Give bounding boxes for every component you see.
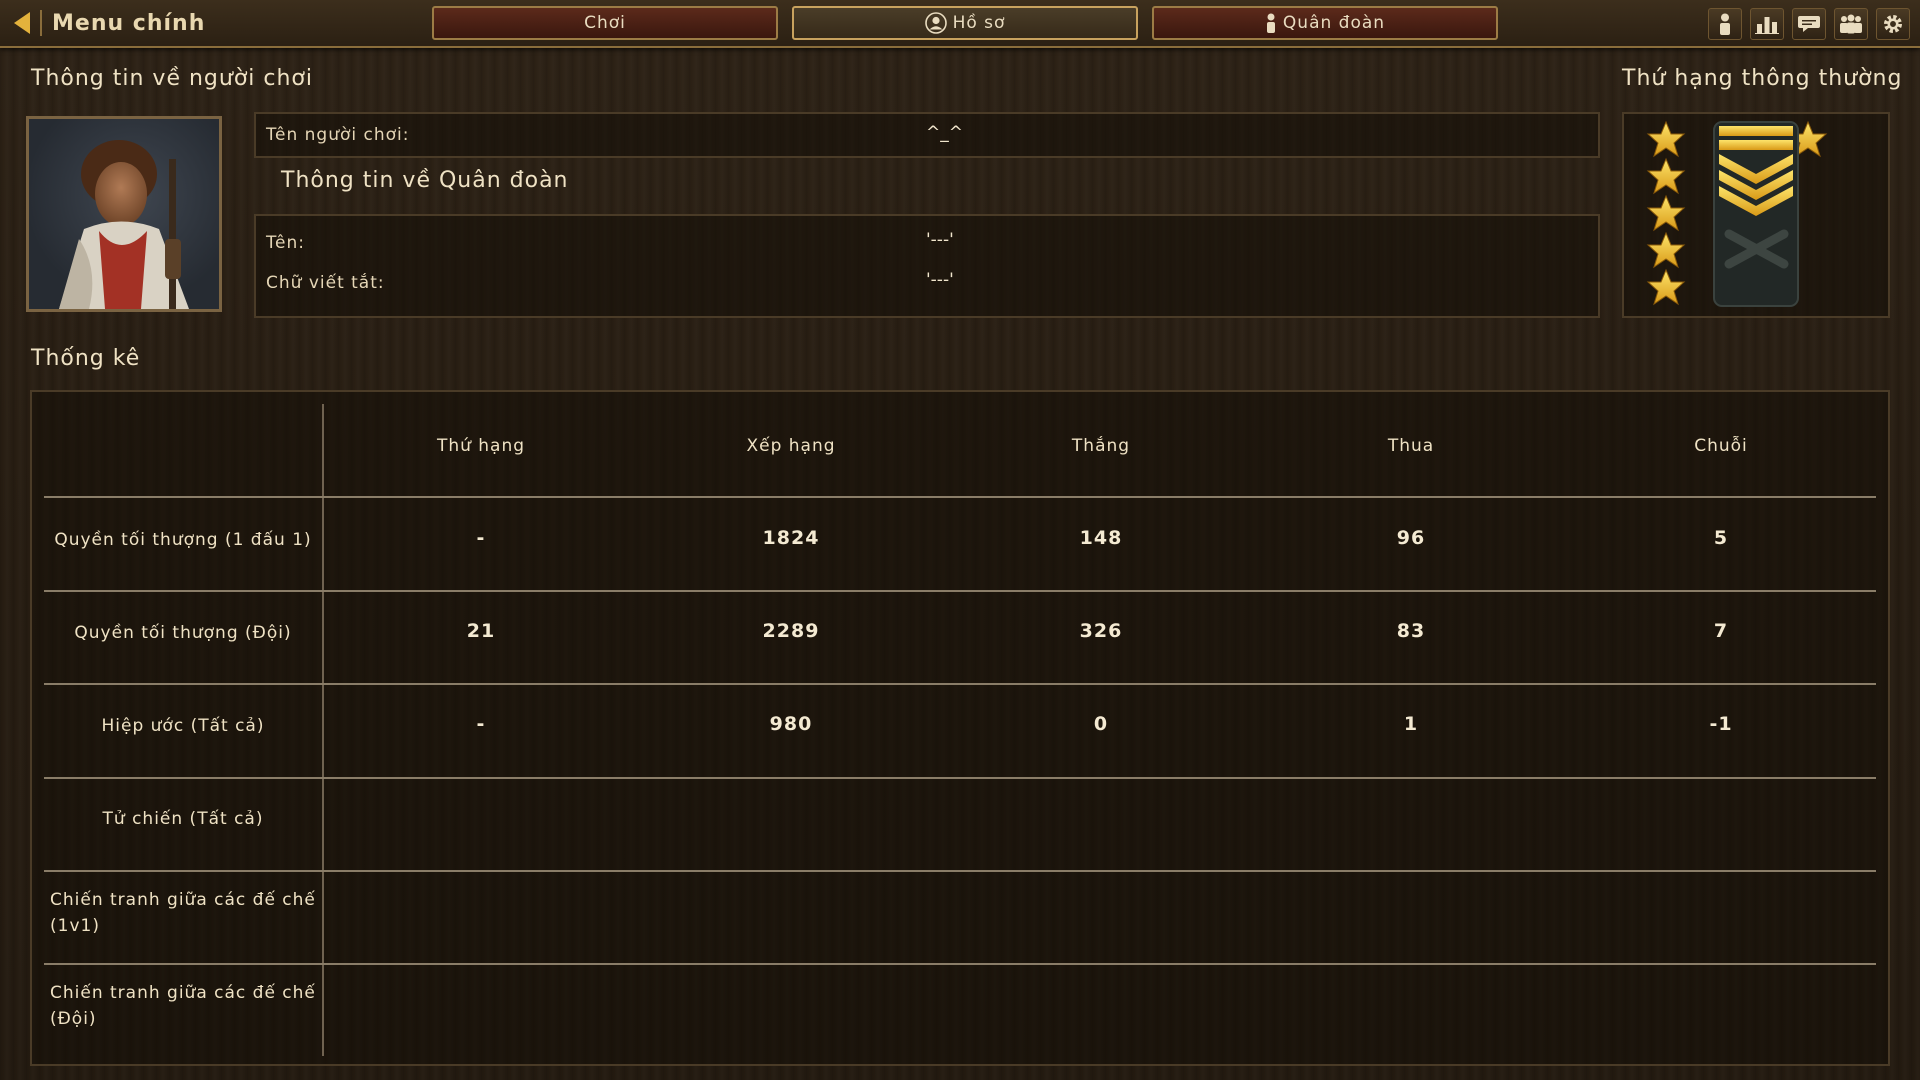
divider	[44, 496, 1876, 498]
cell-rank: -	[476, 527, 486, 549]
row-label: Chiến tranh giữa các đế chế (Đội)	[50, 983, 316, 1029]
cell-rating: 1824	[762, 527, 820, 549]
divider	[44, 683, 1876, 685]
row-label: Tử chiến (Tất cả)	[102, 809, 264, 829]
star-icon	[1647, 269, 1685, 305]
corps-info-title: Thông tin về Quân đoàn	[281, 168, 569, 193]
col-losses: Thua	[1387, 436, 1435, 456]
cell-losses: 1	[1403, 713, 1419, 735]
table-divider	[322, 404, 324, 1056]
group-icon[interactable]	[1834, 8, 1868, 40]
tab-profile-label: Hồ sơ	[952, 13, 1006, 33]
cell-rating: 2289	[762, 620, 820, 642]
divider	[44, 870, 1876, 872]
cell-streak: 7	[1713, 620, 1729, 642]
col-rating: Xếp hạng	[746, 436, 836, 456]
corps-name-value: '---'	[926, 230, 954, 250]
corps-name-label: Tên:	[266, 233, 305, 253]
rank-title: Thứ hạng thông thường	[1622, 66, 1903, 91]
row-label: Quyền tối thượng (Đội)	[74, 623, 292, 643]
cell-losses: 96	[1396, 527, 1426, 549]
cell-streak: 5	[1713, 527, 1729, 549]
col-rank: Thứ hạng	[436, 436, 526, 456]
divider	[44, 590, 1876, 592]
player-name-panel: Tên người chơi: ^_^	[254, 112, 1600, 158]
profile-icon	[924, 12, 947, 34]
player-name-value: ^_^	[926, 123, 963, 143]
star-icon	[1647, 121, 1685, 157]
divider	[44, 777, 1876, 779]
toolbar-icons	[1708, 8, 1910, 40]
leaderboard-icon[interactable]	[1750, 8, 1784, 40]
corps-info-panel: Tên: '---' Chữ viết tắt: '---'	[254, 214, 1600, 318]
star-icon	[1647, 195, 1685, 231]
cell-rating: 980	[769, 713, 813, 735]
rank-insignia-icon	[1647, 121, 1827, 307]
chat-icon[interactable]	[1792, 8, 1826, 40]
back-arrow-icon	[14, 12, 30, 34]
back-button[interactable]: Menu chính	[14, 8, 205, 38]
cell-wins: 326	[1079, 620, 1123, 642]
row-label: Quyền tối thượng (1 đấu 1)	[54, 530, 312, 550]
cell-streak: -1	[1709, 713, 1733, 735]
divider	[44, 963, 1876, 965]
divider	[40, 10, 42, 36]
cell-wins: 0	[1093, 713, 1109, 735]
row-label: Hiệp ước (Tất cả)	[101, 716, 265, 736]
tab-play[interactable]: Chơi	[432, 6, 778, 40]
player-name-label: Tên người chơi:	[266, 125, 410, 145]
cell-losses: 83	[1396, 620, 1426, 642]
corps-abbr-value: '---'	[926, 270, 954, 290]
tab-corps[interactable]: Quân đoàn	[1152, 6, 1498, 40]
cell-rank: 21	[466, 620, 496, 642]
col-streak: Chuỗi	[1694, 436, 1748, 456]
tab-play-label: Chơi	[584, 13, 626, 33]
star-icon	[1647, 232, 1685, 268]
corps-abbr-label: Chữ viết tắt:	[266, 273, 385, 293]
tab-profile[interactable]: Hồ sơ	[792, 6, 1138, 40]
user-icon[interactable]	[1708, 8, 1742, 40]
cell-rank: -	[476, 713, 486, 735]
corps-icon	[1265, 13, 1277, 33]
player-info-title: Thông tin về người chơi	[31, 66, 313, 91]
rank-panel	[1622, 112, 1890, 318]
row-label: Chiến tranh giữa các đế chế (1v1)	[50, 890, 316, 936]
stats-title: Thống kê	[31, 346, 141, 371]
cell-wins: 148	[1079, 527, 1123, 549]
settings-icon[interactable]	[1876, 8, 1910, 40]
top-bar: Menu chính Chơi Hồ sơ Quân đoàn	[0, 0, 1920, 48]
star-icon	[1647, 158, 1685, 194]
tab-corps-label: Quân đoàn	[1282, 13, 1386, 33]
col-wins: Thắng	[1071, 436, 1131, 456]
player-portrait	[26, 116, 222, 312]
back-label: Menu chính	[52, 10, 206, 36]
